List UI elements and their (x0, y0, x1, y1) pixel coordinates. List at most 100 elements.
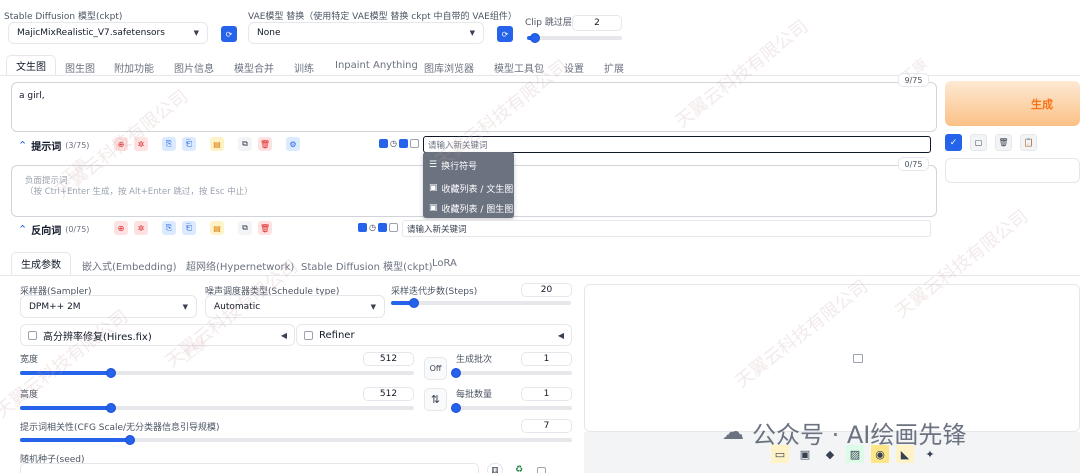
size-preset-button[interactable]: Off (424, 357, 447, 380)
tab-image-browser[interactable]: 图库浏览器 (424, 60, 474, 75)
height-number-input[interactable]: 512 (363, 387, 414, 401)
tab-img2img[interactable]: 图生图 (65, 60, 95, 75)
history-icon[interactable]: ▤ (210, 221, 224, 235)
import-icon[interactable]: ⎘ (162, 137, 176, 151)
subtab-lora[interactable]: LoRA (432, 258, 457, 269)
height-slider[interactable] (20, 403, 414, 413)
styles-select[interactable] (945, 158, 1080, 183)
schedule-select[interactable]: Automatic ▼ (205, 295, 385, 318)
batch-size-input[interactable]: 1 (521, 387, 572, 401)
clip-number-input[interactable]: 2 (572, 15, 622, 31)
height-slider-thumb[interactable] (105, 403, 116, 413)
extra-seed-checkbox[interactable] (537, 467, 546, 473)
hires-fix-label: 高分辨率修复(Hires.fix) (43, 331, 152, 343)
output-gallery (584, 284, 1080, 432)
batch-size-slider-thumb[interactable] (451, 403, 461, 413)
width-slider-thumb[interactable] (105, 368, 116, 378)
menu-item-favorites-txt2img[interactable]: ▣ 收藏列表 / 文生图 (423, 178, 514, 198)
subtab-hypernetwork[interactable]: 超网络(Hypernetwork) (186, 258, 294, 273)
translate-icon[interactable]: ⊕ (114, 137, 128, 151)
negative-keyword-input[interactable]: 请输入新关键词 (402, 220, 931, 237)
seed-input[interactable] (20, 463, 479, 473)
copy-icon[interactable]: ⧉ (238, 137, 252, 151)
width-slider[interactable] (20, 368, 414, 378)
negative-toggle-group: ◷ (358, 223, 398, 232)
import-icon[interactable]: ⎘ (162, 221, 176, 235)
sync-icon[interactable]: ⚙ (286, 137, 300, 151)
trash-button[interactable]: 🗑 (995, 134, 1012, 151)
sampler-select[interactable]: DPM++ 2M ▼ (20, 295, 197, 318)
refiner-accordion[interactable]: Refiner ◀ (296, 324, 572, 346)
tab-inpaint-anything[interactable]: Inpaint Anything (335, 60, 418, 71)
cfg-slider[interactable] (20, 435, 572, 445)
negative-placeholder-line2: （按 Ctrl+Enter 生成，按 Alt+Enter 跳过，按 Esc 中止… (25, 187, 253, 197)
subtab-checkpoints[interactable]: Stable Diffusion 模型(ckpt) (301, 258, 433, 273)
prompt-textarea[interactable]: a girl, (11, 82, 937, 132)
translate-icon[interactable]: ⊕ (114, 221, 128, 235)
tab-extensions[interactable]: 扩展 (604, 60, 624, 75)
subtab-divider (0, 275, 1080, 276)
negative-section-header[interactable]: ⌃ 反向词 (0/75) (18, 222, 89, 237)
delete-icon[interactable]: 🗑 (258, 221, 272, 235)
batch-count-slider[interactable] (451, 368, 572, 378)
cfg-number-input[interactable]: 7 (521, 419, 572, 433)
swap-dimensions-button[interactable]: ⇅ (424, 388, 447, 411)
refresh-vae-button[interactable]: ⟳ (497, 26, 513, 42)
cfg-slider-thumb[interactable] (125, 435, 136, 445)
vae-select[interactable]: None ▼ (248, 22, 484, 44)
subtab-embedding[interactable]: 嵌入式(Embedding) (82, 258, 177, 273)
prompt-section-count: (3/75) (65, 141, 90, 150)
menu-item-newline[interactable]: ☰ 换行符号 (423, 152, 514, 178)
model-select[interactable]: MajicMixRealistic_V7.safetensors ▼ (8, 22, 208, 44)
menu-item-favorites-img2img[interactable]: ▣ 收藏列表 / 图生图 (423, 198, 514, 218)
export-icon[interactable]: ⎗ (182, 221, 196, 235)
tab-checkpoint-merger[interactable]: 模型合并 (234, 60, 274, 75)
tab-settings[interactable]: 设置 (564, 60, 584, 75)
tab-txt2img[interactable]: 文生图 (6, 55, 56, 76)
model-select-value: MajicMixRealistic_V7.safetensors (17, 28, 165, 38)
delete-icon[interactable]: 🗑 (258, 137, 272, 151)
clear-prompt-button[interactable]: ▢ (970, 134, 987, 151)
toggle-checkbox[interactable] (377, 223, 387, 232)
settings-icon[interactable]: ✲ (134, 221, 148, 235)
steps-slider[interactable] (391, 298, 571, 308)
sampler-value: DPM++ 2M (29, 301, 81, 312)
batch-count-input[interactable]: 1 (521, 352, 572, 366)
recycle-seed-button[interactable]: ♻ (511, 463, 527, 473)
random-seed-button[interactable]: ⚅ (487, 463, 503, 473)
clip-slider[interactable] (527, 33, 622, 43)
steps-slider-thumb[interactable] (409, 298, 420, 308)
clock-icon[interactable]: ◷ (390, 139, 397, 148)
toggle-checkbox[interactable] (398, 139, 408, 148)
clock-icon[interactable]: ◷ (369, 223, 376, 232)
tab-png-info[interactable]: 图片信息 (174, 60, 214, 75)
prompt-keyword-input[interactable]: 请输入新关键词 (423, 136, 931, 153)
batch-count-slider-thumb[interactable] (451, 368, 461, 378)
settings-icon[interactable]: ✲ (134, 137, 148, 151)
clip-slider-thumb[interactable] (529, 33, 540, 43)
toggle-checkbox[interactable] (388, 223, 398, 232)
toggle-checkbox[interactable] (358, 223, 367, 232)
clipboard-button[interactable]: 📋 (1020, 134, 1037, 151)
hires-fix-checkbox[interactable] (28, 330, 37, 340)
prompt-keyword-placeholder: 请输入新关键词 (428, 140, 488, 151)
refresh-model-button[interactable]: ⟳ (221, 26, 237, 42)
tab-model-toolkit[interactable]: 模型工具包 (494, 60, 544, 75)
hires-fix-accordion[interactable]: 高分辨率修复(Hires.fix) ◀ (20, 324, 295, 346)
copy-icon[interactable]: ⧉ (238, 221, 252, 235)
prompt-section-header[interactable]: ⌃ 提示词 (3/75) (18, 138, 89, 153)
width-number-input[interactable]: 512 (363, 352, 414, 366)
toggle-checkbox[interactable] (379, 139, 388, 148)
history-icon[interactable]: ▤ (210, 137, 224, 151)
tab-train[interactable]: 训练 (294, 60, 314, 75)
steps-number-input[interactable]: 20 (521, 283, 572, 297)
generate-button[interactable]: 生成 (945, 81, 1080, 126)
batch-size-slider[interactable] (451, 403, 572, 413)
apply-style-button[interactable]: ✓ (945, 134, 962, 151)
subtab-generation[interactable]: 生成参数 (11, 252, 71, 275)
export-icon[interactable]: ⎗ (182, 137, 196, 151)
caret-left-icon: ◀ (280, 330, 287, 340)
refiner-checkbox[interactable] (304, 330, 313, 340)
tab-extras[interactable]: 附加功能 (114, 60, 154, 75)
toggle-checkbox[interactable] (409, 139, 419, 148)
